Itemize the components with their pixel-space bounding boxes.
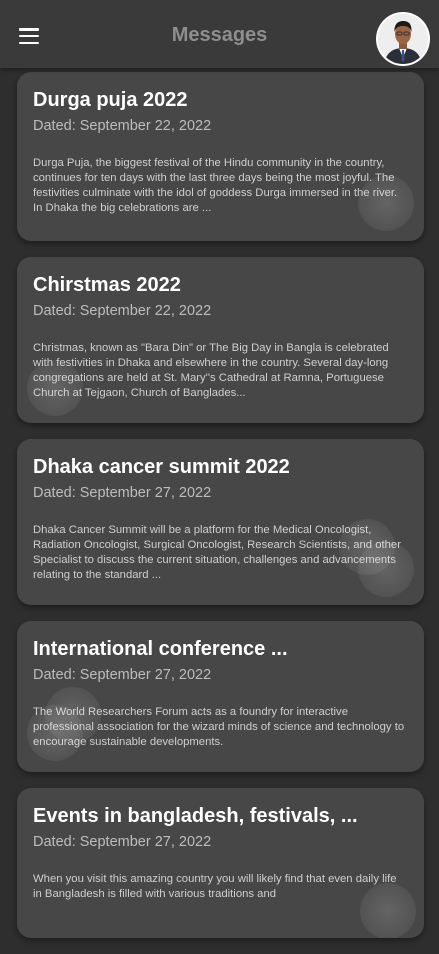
message-body: Dhaka Cancer Summit will be a platform f… bbox=[33, 524, 401, 581]
message-date: Dated: September 22, 2022 bbox=[33, 303, 212, 319]
message-card[interactable]: Events in bangladesh, festivals, ... Dat… bbox=[17, 788, 424, 938]
avatar-portrait-icon bbox=[378, 14, 428, 64]
message-title: International conference ... bbox=[33, 638, 288, 660]
page-title: Messages bbox=[171, 24, 268, 46]
message-body: When you visit this amazing country you … bbox=[33, 873, 397, 900]
message-date: Dated: September 27, 2022 bbox=[33, 834, 212, 850]
message-title: Durga puja 2022 bbox=[33, 89, 188, 111]
message-list: Durga puja 2022 Dated: September 22, 202… bbox=[17, 72, 424, 954]
message-date: Dated: September 27, 2022 bbox=[33, 485, 212, 501]
app-bar: Messages bbox=[0, 0, 439, 68]
message-title: Chirstmas 2022 bbox=[33, 274, 181, 296]
profile-avatar[interactable] bbox=[378, 14, 428, 64]
message-card[interactable]: Durga puja 2022 Dated: September 22, 202… bbox=[17, 72, 424, 241]
message-title: Events in bangladesh, festivals, ... bbox=[33, 805, 358, 827]
message-body: Durga Puja, the biggest festival of the … bbox=[33, 157, 398, 214]
message-body: Christmas, known as "Bara Din" or The Bi… bbox=[33, 342, 389, 399]
message-card[interactable]: International conference ... Dated: Sept… bbox=[17, 621, 424, 772]
message-body: The World Researchers Forum acts as a fo… bbox=[33, 706, 405, 748]
message-date: Dated: September 22, 2022 bbox=[33, 118, 212, 134]
message-card[interactable]: Chirstmas 2022 Dated: September 22, 2022… bbox=[17, 257, 424, 423]
message-date: Dated: September 27, 2022 bbox=[33, 667, 212, 683]
message-card[interactable]: Dhaka cancer summit 2022 Dated: Septembe… bbox=[17, 439, 424, 605]
message-title: Dhaka cancer summit 2022 bbox=[33, 456, 290, 478]
